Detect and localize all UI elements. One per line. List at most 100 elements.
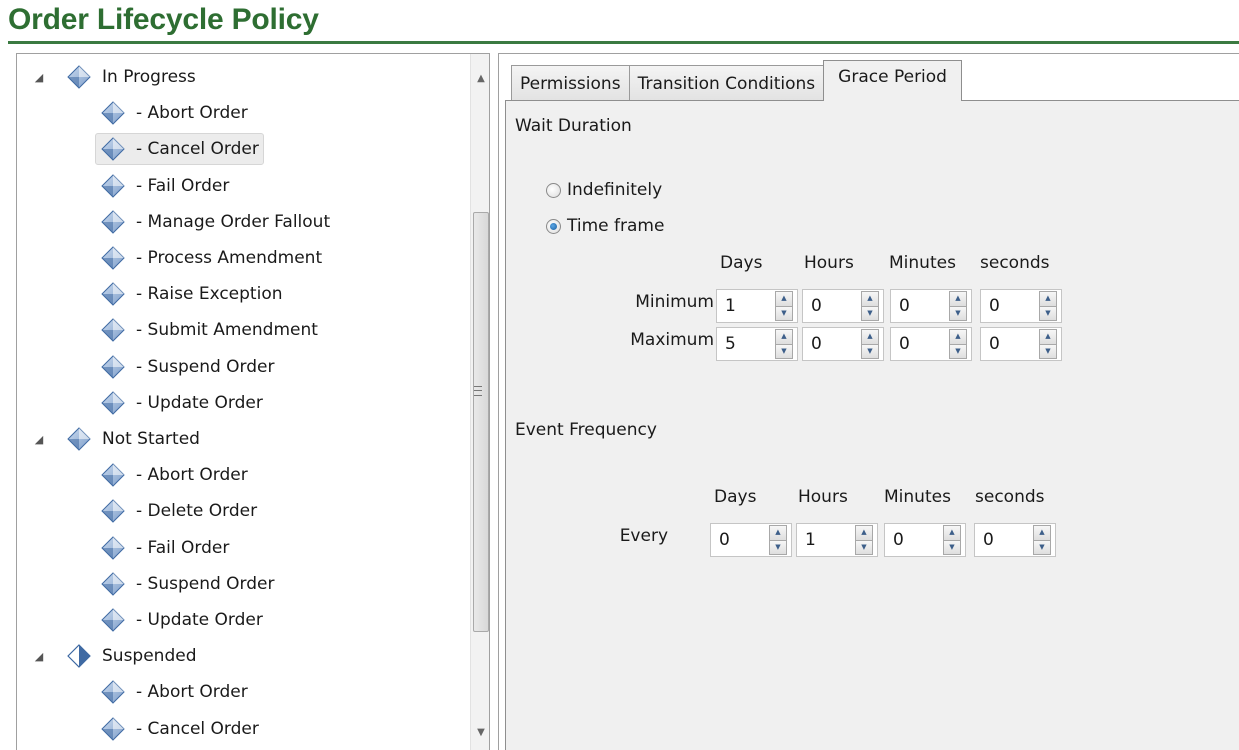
spinner-value[interactable]: 0 <box>803 334 861 354</box>
expand-arrow-icon[interactable]: ◢ <box>33 433 45 446</box>
scrollbar-thumb[interactable] <box>473 212 489 632</box>
spin-down-icon[interactable]: ▼ <box>949 344 967 359</box>
spin-down-icon[interactable]: ▼ <box>943 540 961 555</box>
state-tree[interactable]: ◢ In Progress - Abort Order - Cancel Order -… <box>16 53 490 750</box>
tree-item-label: - Process Amendment <box>136 248 323 268</box>
spin-up-icon[interactable]: ▲ <box>855 525 873 541</box>
spinner-value[interactable]: 1 <box>797 530 855 550</box>
radio-indefinitely-label: Indefinitely <box>567 180 663 200</box>
spinner-value[interactable]: 0 <box>891 296 949 316</box>
tree-item[interactable]: - Delete Order <box>95 494 262 528</box>
tree-item[interactable]: - Suspend Order <box>95 567 280 601</box>
spin-down-icon[interactable]: ▼ <box>775 306 793 321</box>
tree-group-item[interactable]: ◢ In Progress <box>35 60 201 94</box>
spin-down-icon[interactable]: ▼ <box>1039 344 1057 359</box>
radio-indefinitely[interactable]: Indefinitely <box>546 180 662 200</box>
tree-scrollbar[interactable]: ▲ ▼ <box>470 54 489 750</box>
spinner-value[interactable]: 0 <box>711 530 769 550</box>
maximum-hours-spinner[interactable]: 0 ▲ ▼ <box>802 327 884 361</box>
spin-down-icon[interactable]: ▼ <box>1039 306 1057 321</box>
spin-up-icon[interactable]: ▲ <box>775 329 793 345</box>
minimum-seconds-spinner[interactable]: 0 ▲ ▼ <box>980 289 1062 323</box>
spinner-value[interactable]: 0 <box>885 530 943 550</box>
state-diamond-icon <box>100 281 126 307</box>
expand-arrow-icon[interactable]: ◢ <box>33 71 45 84</box>
tree-item-label: - Cancel Order <box>136 718 259 739</box>
spin-down-icon[interactable]: ▼ <box>861 344 879 359</box>
tree-item[interactable]: - Cancel Order <box>95 712 264 746</box>
minimum-hours-spinner[interactable]: 0 ▲ ▼ <box>802 289 884 323</box>
tree-item-label: - Update Order <box>136 610 263 630</box>
tree-item[interactable]: - Fail Order <box>95 531 234 565</box>
radio-indefinitely-circle[interactable] <box>546 182 561 198</box>
every-days-spinner[interactable]: 0 ▲ ▼ <box>710 523 792 557</box>
maximum-minutes-spinner[interactable]: 0 ▲ ▼ <box>890 327 972 361</box>
spinner-buttons: ▲ ▼ <box>1033 525 1051 555</box>
tree-item[interactable]: - Abort Order <box>95 675 253 709</box>
spin-down-icon[interactable]: ▼ <box>1033 540 1051 555</box>
state-diamond-icon <box>100 317 126 343</box>
spin-up-icon[interactable]: ▲ <box>861 329 879 345</box>
maximum-days-spinner[interactable]: 5 ▲ ▼ <box>716 327 798 361</box>
tab-transition-conditions[interactable]: Transition Conditions <box>628 65 825 101</box>
spinner-value[interactable]: 0 <box>891 334 949 354</box>
every-minutes-spinner[interactable]: 0 ▲ ▼ <box>884 523 966 557</box>
spin-down-icon[interactable]: ▼ <box>949 306 967 321</box>
spin-up-icon[interactable]: ▲ <box>861 291 879 307</box>
spinner-value[interactable]: 0 <box>981 296 1039 316</box>
every-seconds-spinner[interactable]: 0 ▲ ▼ <box>974 523 1056 557</box>
maximum-seconds-spinner[interactable]: 0 ▲ ▼ <box>980 327 1062 361</box>
state-diamond-icon <box>100 462 126 488</box>
spinner-value[interactable]: 1 <box>717 296 775 316</box>
tree-item-label: In Progress <box>102 67 196 87</box>
scroll-down-icon[interactable]: ▼ <box>471 724 489 740</box>
spinner-value[interactable]: 0 <box>981 334 1039 354</box>
spin-up-icon[interactable]: ▲ <box>1033 525 1051 541</box>
spinner-buttons: ▲ ▼ <box>861 291 879 321</box>
tree-item-wrapper: - Submit Amendment <box>95 314 323 346</box>
expand-arrow-icon[interactable]: ◢ <box>33 650 45 663</box>
tree-item-label: - Abort Order <box>136 465 248 486</box>
spinner-buttons: ▲ ▼ <box>1039 291 1057 321</box>
spin-up-icon[interactable]: ▲ <box>1039 291 1057 307</box>
tree-item[interactable]: - Submit Amendment <box>95 313 323 347</box>
tree-item-wrapper: - Delete Order <box>95 495 262 527</box>
tree-item[interactable]: - Update Order <box>95 386 268 420</box>
spin-up-icon[interactable]: ▲ <box>949 291 967 307</box>
tree-item[interactable]: - Update Order <box>95 603 268 637</box>
spinner-buttons: ▲ ▼ <box>861 329 879 359</box>
spinner-value[interactable]: 0 <box>803 296 861 316</box>
spin-down-icon[interactable]: ▼ <box>861 306 879 321</box>
tree-item[interactable]: - Suspend Order <box>95 350 280 384</box>
radio-time-frame-circle[interactable] <box>546 218 561 234</box>
spin-up-icon[interactable]: ▲ <box>775 291 793 307</box>
spin-down-icon[interactable]: ▼ <box>775 344 793 359</box>
tree-item-wrapper: In Progress <box>61 61 201 93</box>
radio-time-frame[interactable]: Time frame <box>546 216 664 236</box>
spin-down-icon[interactable]: ▼ <box>855 540 873 555</box>
every-hours-spinner[interactable]: 1 ▲ ▼ <box>796 523 878 557</box>
tree-item[interactable]: - Cancel Order <box>95 132 264 166</box>
tab-grace-period[interactable]: Grace Period <box>823 60 962 101</box>
tree-item[interactable]: - Fail Order <box>95 169 234 203</box>
spinner-value[interactable]: 0 <box>975 530 1033 550</box>
tree-item[interactable]: - Raise Exception <box>95 277 288 311</box>
tab-permissions[interactable]: Permissions <box>511 65 630 101</box>
tree-group-item[interactable]: ◢ Suspended <box>35 639 202 673</box>
tree-item[interactable]: - Abort Order <box>95 96 253 130</box>
minimum-minutes-spinner[interactable]: 0 ▲ ▼ <box>890 289 972 323</box>
spin-up-icon[interactable]: ▲ <box>943 525 961 541</box>
tree-group-item[interactable]: ◢ Not Started <box>35 422 205 456</box>
tree-item[interactable]: - Process Amendment <box>95 241 327 275</box>
spinner-value[interactable]: 5 <box>717 334 775 354</box>
spinner-buttons: ▲ ▼ <box>775 329 793 359</box>
spin-up-icon[interactable]: ▲ <box>949 329 967 345</box>
spin-up-icon[interactable]: ▲ <box>769 525 787 541</box>
scroll-up-icon[interactable]: ▲ <box>471 70 489 86</box>
minimum-days-spinner[interactable]: 1 ▲ ▼ <box>716 289 798 323</box>
spin-down-icon[interactable]: ▼ <box>769 540 787 555</box>
tree-item[interactable]: - Abort Order <box>95 458 253 492</box>
tree-item[interactable]: - Manage Order Fallout <box>95 205 335 239</box>
spin-up-icon[interactable]: ▲ <box>1039 329 1057 345</box>
tree-item-label: - Delete Order <box>136 501 258 522</box>
